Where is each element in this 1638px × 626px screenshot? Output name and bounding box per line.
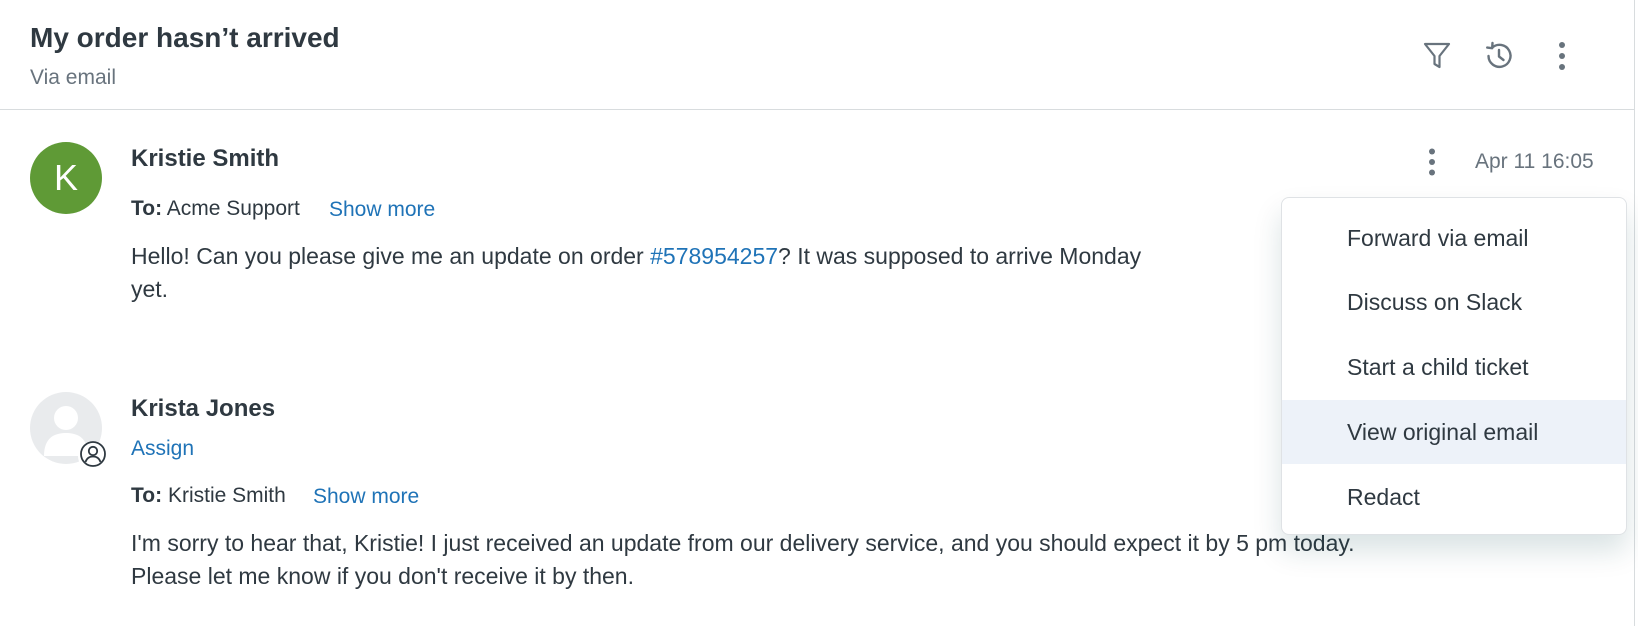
menu-item-start-child-ticket[interactable]: Start a child ticket [1282,335,1626,399]
agent-badge [78,440,108,473]
assign-link[interactable]: Assign [131,437,194,461]
pane-divider [1634,0,1635,626]
more-vertical-icon [1428,148,1436,181]
more-vertical-icon [1558,41,1566,71]
message-body-line: Hello! Can you please give me an update … [131,240,1281,273]
ticket-title: My order hasn’t arrived [30,22,340,53]
to-label: To: [131,484,163,507]
history-icon [1483,40,1515,72]
message-options-menu: Forward via email Discuss on Slack Start… [1281,197,1627,535]
history-button[interactable] [1479,36,1519,76]
filter-button[interactable] [1417,36,1457,76]
avatar-initial: K [53,157,78,198]
show-more-link[interactable]: Show more [329,198,435,222]
order-link[interactable]: #578954257 [650,243,778,269]
message-options-button[interactable] [1412,144,1452,184]
menu-item-view-original-email[interactable]: View original email [1282,400,1626,464]
ticket-channel: Via email [30,66,116,89]
sender-name: Krista Jones [131,395,276,422]
sender-name: Kristie Smith [131,145,280,172]
ticket-header: My order hasn’t arrived Via email [0,0,1634,110]
recipient-line: To: Kristie Smith [131,484,286,508]
menu-item-forward-via-email[interactable]: Forward via email [1282,206,1626,270]
show-more-link[interactable]: Show more [313,485,419,509]
more-options-button[interactable] [1542,36,1582,76]
message-text: ? It was supposed to arrive Monday [778,243,1142,269]
recipient-name: Kristie Smith [167,484,286,507]
user-circle-icon [79,440,107,473]
recipient-line: To: Acme Support [131,197,300,221]
message-timestamp: Apr 11 16:05 [1475,150,1594,173]
message-body: I'm sorry to hear that, Kristie! I just … [131,527,1626,593]
menu-item-discuss-on-slack[interactable]: Discuss on Slack [1282,270,1626,334]
filter-icon [1423,41,1451,71]
to-label: To: [131,197,163,220]
ticket-conversation: My order hasn’t arrived Via email K Kris… [0,0,1638,626]
avatar: K [30,142,102,214]
message-body-line: yet. [131,276,169,302]
message-body: Hello! Can you please give me an update … [131,240,1281,306]
message-text: Hello! Can you please give me an update … [131,243,651,269]
message-body-line: Please let me know if you don't receive … [131,563,634,589]
menu-item-redact[interactable]: Redact [1282,465,1626,529]
recipient-name: Acme Support [166,197,300,220]
